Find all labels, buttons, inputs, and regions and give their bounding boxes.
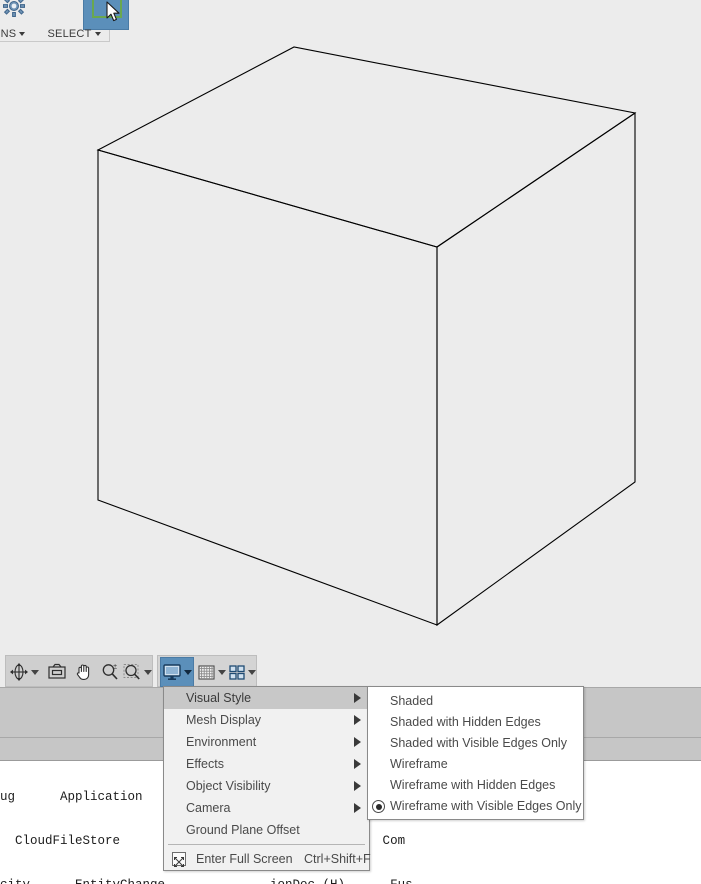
menu-item-visual-style[interactable]: Visual Style [164,687,369,709]
submenu-item-label: Shaded with Hidden Edges [390,715,541,729]
submenu-item-label: Shaded [390,694,434,708]
display-settings-group [157,655,257,687]
chevron-down-icon [144,669,152,675]
display-settings-button[interactable] [160,657,194,687]
menu-item-label: Enter Full Screen [196,852,293,866]
zoom-window-button[interactable] [122,658,152,686]
zoom-button[interactable]: ± [98,658,122,686]
orbit-pan-zoom-group: ± [5,655,153,687]
cursor-arrow-icon [106,1,120,22]
menu-item-label: Mesh Display [186,713,262,727]
visual-style-submenu: Shaded Shaded with Hidden Edges Shaded w… [367,686,584,820]
ribbon-select-label: SELECT [38,28,110,40]
grid-settings-icon [197,664,215,680]
cube-wireframe [96,46,637,627]
submenu-item-label: Wireframe with Visible Edges Only [390,799,582,813]
menu-item-ground-plane-offset[interactable]: Ground Plane Offset [164,819,369,841]
menu-separator [168,844,365,845]
chevron-down-icon [184,669,192,675]
menu-item-label: Object Visibility [186,779,271,793]
menu-item-environment[interactable]: Environment [164,731,369,753]
menu-item-label: Environment [186,735,257,749]
gear-icon [3,0,25,17]
menu-item-camera[interactable]: Camera [164,797,369,819]
grid-settings-button[interactable] [196,658,226,686]
submenu-item-label: Wireframe with Hidden Edges [390,778,556,792]
menu-item-label: Effects [186,757,224,771]
chevron-right-icon [354,759,361,769]
chevron-down-icon [248,669,256,675]
ribbon-ns-label: NS [0,28,38,40]
visual-settings-context-menu: Visual Style Mesh Display Environment Ef… [163,686,371,871]
viewports-icon [229,665,245,680]
pan-button[interactable] [72,658,96,686]
chevron-down-icon [94,32,101,37]
menu-item-label: Visual Style [186,691,252,705]
submenu-item-shaded-visible-edges-only[interactable]: Shaded with Visible Edges Only [368,733,583,754]
submenu-item-shaded-hidden-edges[interactable]: Shaded with Hidden Edges [368,712,583,733]
orbit-button[interactable] [9,658,39,686]
select-tool-button[interactable] [83,0,129,30]
chevron-right-icon [354,715,361,725]
list-item: city EntityChange ionDoc (H) Fus [0,878,701,884]
submenu-item-label: Wireframe [390,757,448,771]
look-at-icon [48,663,66,679]
menu-item-effects[interactable]: Effects [164,753,369,775]
chevron-down-icon [19,32,26,37]
orbit-icon [10,663,28,681]
full-screen-icon [172,852,186,867]
chevron-down-icon [217,669,226,675]
zoom-icon: ± [102,663,118,680]
menu-item-label: Ground Plane Offset [186,823,300,837]
chevron-right-icon [354,781,361,791]
chevron-right-icon [354,693,361,703]
menu-item-label: Camera [186,801,231,815]
submenu-item-label: Shaded with Visible Edges Only [390,736,567,750]
ribbon-fragment: NS SELECT [0,0,129,42]
viewport-3d[interactable] [0,0,701,652]
radio-selected-icon [372,800,385,813]
svg-text:±: ± [113,663,117,671]
menu-item-object-visibility[interactable]: Object Visibility [164,775,369,797]
submenu-item-wireframe-hidden-edges[interactable]: Wireframe with Hidden Edges [368,775,583,796]
menu-item-enter-full-screen[interactable]: Enter Full Screen Ctrl+Shift+F [164,848,371,870]
chevron-down-icon [31,669,39,675]
menu-item-shortcut: Ctrl+Shift+F [304,852,371,866]
submenu-item-shaded[interactable]: Shaded [368,691,583,712]
zoom-window-icon [123,664,140,680]
submenu-item-wireframe[interactable]: Wireframe [368,754,583,775]
navigation-toolbar: ± [0,655,701,687]
display-settings-icon [163,664,181,680]
chevron-right-icon [354,803,361,813]
submenu-item-wireframe-visible-edges-only[interactable]: Wireframe with Visible Edges Only [368,796,583,817]
ribbon-group-select[interactable]: SELECT [38,0,129,42]
pan-hand-icon [76,664,90,680]
viewports-button[interactable] [228,658,256,686]
look-at-button[interactable] [44,658,70,686]
menu-item-mesh-display[interactable]: Mesh Display [164,709,369,731]
ribbon-group-ns[interactable]: NS [0,0,38,42]
chevron-right-icon [354,737,361,747]
